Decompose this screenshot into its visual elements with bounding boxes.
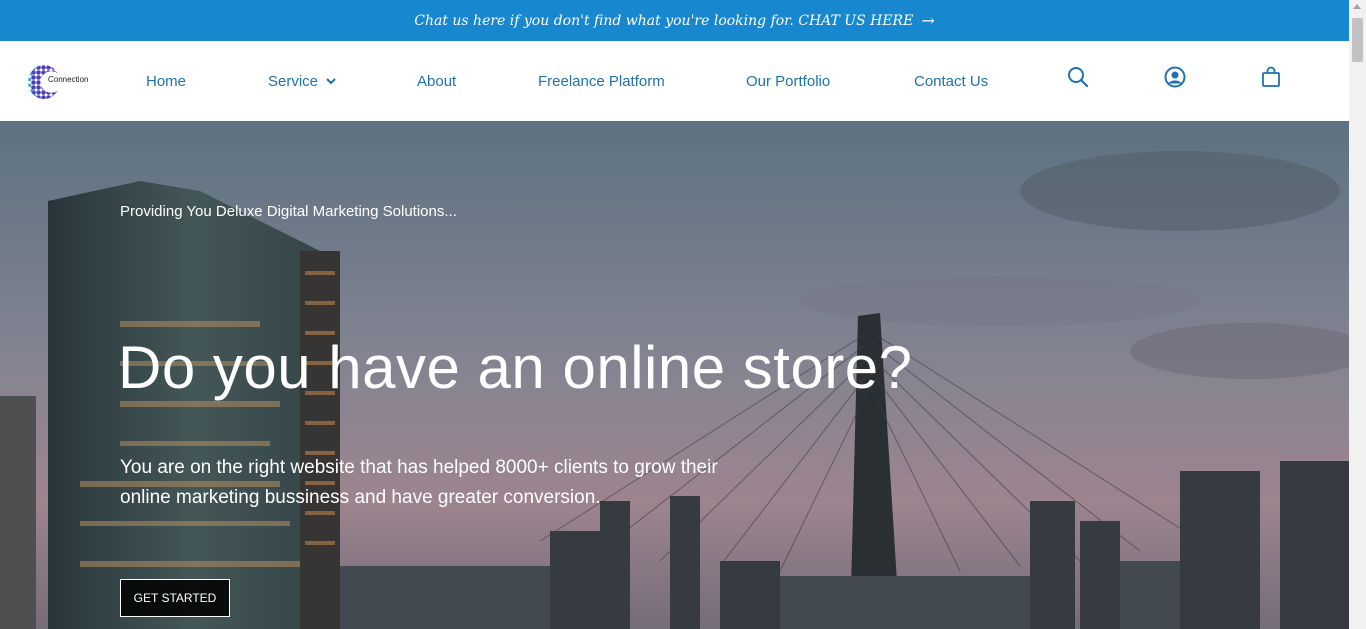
nav-freelance-platform[interactable]: Freelance Platform <box>538 41 665 121</box>
get-started-button[interactable]: GET STARTED <box>120 579 230 617</box>
user-account-icon[interactable] <box>1163 65 1187 89</box>
hero-tagline: Providing You Deluxe Digital Marketing S… <box>120 203 457 220</box>
nav-label: Service <box>268 72 319 90</box>
search-icon[interactable] <box>1066 65 1090 89</box>
main-navbar: Connection Home Service About Freelance … <box>0 41 1349 121</box>
chevron-down-icon <box>326 78 336 85</box>
vertical-scrollbar[interactable] <box>1349 0 1366 629</box>
nav-home[interactable]: Home <box>146 41 186 121</box>
scrollbar-thumb[interactable] <box>1352 18 1363 62</box>
nav-label: Contact Us <box>914 72 989 90</box>
nav-contact-us[interactable]: Contact Us <box>914 41 988 121</box>
arrow-right-icon: → <box>921 11 935 30</box>
nav-label: Our Portfolio <box>746 72 831 90</box>
nav-label: About <box>417 72 457 90</box>
hero-subtext: You are on the right website that has he… <box>120 457 718 508</box>
chat-link[interactable]: Chat us here if you don't find what you'… <box>414 11 934 30</box>
nav-about[interactable]: About <box>417 41 456 121</box>
logo-name: Connection <box>48 75 89 84</box>
shopping-bag-icon[interactable] <box>1259 65 1283 89</box>
nav-label: Home <box>146 72 187 90</box>
nav-label: Freelance Platform <box>538 72 665 90</box>
announcement-bar: Chat us here if you don't find what you'… <box>0 0 1349 41</box>
hero-banner: Providing You Deluxe Digital Marketing S… <box>0 121 1349 629</box>
nav-our-portfolio[interactable]: Our Portfolio <box>746 41 830 121</box>
site-logo[interactable]: Connection <box>28 63 94 101</box>
nav-service[interactable]: Service <box>268 41 336 121</box>
hero-headline: Do you have an online store? <box>118 334 913 401</box>
scroll-up-arrow-icon[interactable] <box>1353 4 1361 9</box>
announcement-text: Chat us here if you don't find what you'… <box>414 12 914 29</box>
